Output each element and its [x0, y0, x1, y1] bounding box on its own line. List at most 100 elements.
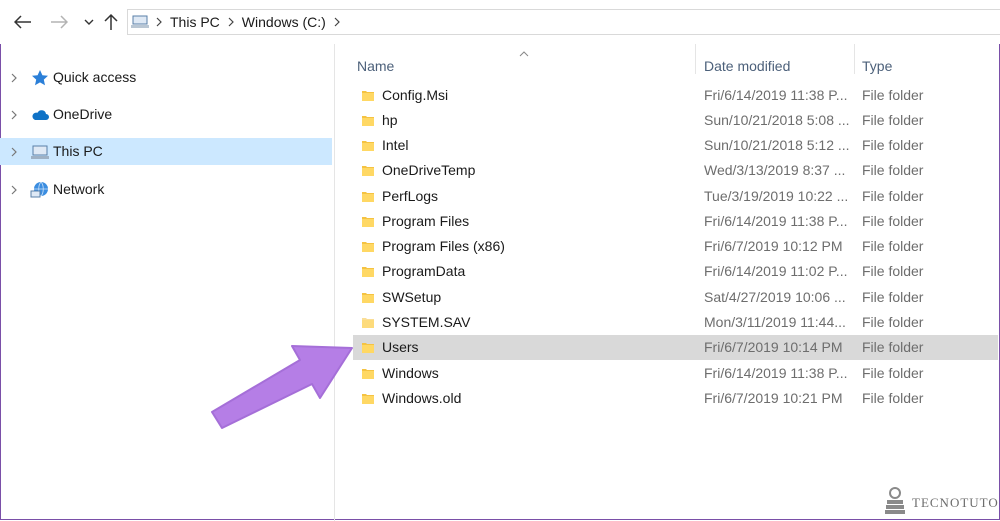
- folder-icon: [361, 163, 375, 177]
- sidebar-item-this-pc[interactable]: This PC: [0, 138, 332, 165]
- file-name: Program Files: [382, 213, 470, 229]
- file-name: Program Files (x86): [382, 238, 505, 254]
- back-arrow-icon[interactable]: [13, 12, 33, 32]
- column-divider[interactable]: [854, 44, 855, 74]
- breadcrumb-this-pc[interactable]: This PC: [166, 14, 224, 30]
- file-type: File folder: [862, 213, 924, 229]
- forward-arrow-icon[interactable]: [49, 12, 69, 32]
- column-header-name[interactable]: Name: [357, 50, 695, 82]
- breadcrumb: This PC Windows (C:): [128, 10, 344, 34]
- file-type: File folder: [862, 87, 924, 103]
- column-divider[interactable]: [695, 44, 696, 74]
- folder-icon: [361, 391, 375, 405]
- sidebar-item-onedrive[interactable]: OneDrive: [0, 101, 332, 128]
- folder-icon: [361, 366, 375, 380]
- folder-icon: [361, 340, 375, 354]
- file-row-users[interactable]: Users Fri/6/7/2019 10:14 PM File folder: [353, 335, 998, 360]
- file-row-programdata[interactable]: ProgramData Fri/6/14/2019 11:02 P... Fil…: [353, 259, 998, 284]
- breadcrumb-separator-icon[interactable]: [224, 10, 238, 34]
- breadcrumb-separator-icon[interactable]: [152, 10, 166, 34]
- sidebar-item-label: Network: [53, 181, 105, 197]
- folder-icon: [361, 88, 375, 102]
- file-row-hp[interactable]: hp Sun/10/21/2018 5:08 ... File folder: [353, 108, 998, 133]
- file-date-modified: Wed/3/13/2019 8:37 ...: [704, 162, 846, 178]
- file-type: File folder: [862, 137, 924, 153]
- expand-chevron-icon[interactable]: [8, 145, 20, 157]
- this-pc-icon: [128, 10, 152, 34]
- file-type: File folder: [862, 339, 924, 355]
- file-name: Windows.old: [382, 390, 462, 406]
- file-type: File folder: [862, 263, 924, 279]
- folder-icon: [361, 113, 375, 127]
- file-type: File folder: [862, 365, 924, 381]
- file-row-program-files[interactable]: Program Files Fri/6/14/2019 11:38 P... F…: [353, 209, 998, 234]
- file-name: ProgramData: [382, 263, 466, 279]
- computer-icon: [30, 142, 50, 162]
- file-date-modified: Fri/6/7/2019 10:12 PM: [704, 238, 843, 254]
- sidebar-item-label: OneDrive: [53, 106, 113, 122]
- breadcrumb-separator-icon[interactable]: [330, 10, 344, 34]
- file-date-modified: Fri/6/7/2019 10:21 PM: [704, 390, 843, 406]
- file-name: SYSTEM.SAV: [382, 314, 471, 330]
- file-type: File folder: [862, 390, 924, 406]
- file-name: Config.Msi: [382, 87, 449, 103]
- file-row-system-sav[interactable]: SYSTEM.SAV Mon/3/11/2019 11:44... File f…: [353, 310, 998, 335]
- folder-icon: [361, 290, 375, 304]
- file-date-modified: Sat/4/27/2019 10:06 ...: [704, 289, 846, 305]
- expand-chevron-icon[interactable]: [8, 108, 20, 120]
- recent-locations-chevron-icon[interactable]: [79, 12, 99, 32]
- cloud-icon: [30, 105, 50, 125]
- file-name: OneDriveTemp: [382, 162, 476, 178]
- folder-icon: [361, 264, 375, 278]
- file-name: PerfLogs: [382, 188, 439, 204]
- file-list-pane: Name Date modified Type Config.Msi Fri/6…: [335, 44, 1000, 521]
- file-date-modified: Tue/3/19/2019 10:22 ...: [704, 188, 849, 204]
- expand-chevron-icon[interactable]: [8, 183, 20, 195]
- watermark: TECNOTUTO: [884, 486, 999, 519]
- file-name: Users: [382, 339, 419, 355]
- sidebar-item-label: Quick access: [53, 69, 137, 85]
- file-type: File folder: [862, 289, 924, 305]
- address-box[interactable]: This PC Windows (C:): [127, 9, 1000, 35]
- file-row-intel[interactable]: Intel Sun/10/21/2018 5:12 ... File folde…: [353, 133, 998, 158]
- file-date-modified: Fri/6/14/2019 11:02 P...: [704, 263, 848, 279]
- folder-icon: [361, 315, 375, 329]
- file-date-modified: Fri/6/7/2019 10:14 PM: [704, 339, 843, 355]
- file-name: hp: [382, 112, 398, 128]
- file-type: File folder: [862, 112, 924, 128]
- file-row-windows-old[interactable]: Windows.old Fri/6/7/2019 10:21 PM File f…: [353, 386, 998, 411]
- breadcrumb-windows-c[interactable]: Windows (C:): [238, 14, 330, 30]
- folder-icon: [361, 239, 375, 253]
- file-date-modified: Fri/6/14/2019 11:38 P...: [704, 87, 848, 103]
- expand-chevron-icon[interactable]: [8, 71, 20, 83]
- star-icon: [30, 68, 50, 88]
- file-date-modified: Sun/10/21/2018 5:08 ...: [704, 112, 850, 128]
- file-date-modified: Mon/3/11/2019 11:44...: [704, 314, 846, 330]
- file-type: File folder: [862, 238, 924, 254]
- sidebar-item-quick-access[interactable]: Quick access: [0, 64, 332, 91]
- file-row-perflogs[interactable]: PerfLogs Tue/3/19/2019 10:22 ... File fo…: [353, 184, 998, 209]
- address-bar-row: This PC Windows (C:): [0, 0, 1000, 44]
- folder-icon: [361, 138, 375, 152]
- file-name: Windows: [382, 365, 439, 381]
- file-row-config-msi[interactable]: Config.Msi Fri/6/14/2019 11:38 P... File…: [353, 83, 998, 108]
- sidebar-item-network[interactable]: Network: [0, 176, 332, 203]
- file-type: File folder: [862, 188, 924, 204]
- column-header-date-modified[interactable]: Date modified: [704, 50, 854, 82]
- file-type: File folder: [862, 314, 924, 330]
- column-header-type[interactable]: Type: [862, 50, 962, 82]
- file-row-windows[interactable]: Windows Fri/6/14/2019 11:38 P... File fo…: [353, 361, 998, 386]
- file-type: File folder: [862, 162, 924, 178]
- file-date-modified: Fri/6/14/2019 11:38 P...: [704, 365, 848, 381]
- network-icon: [30, 180, 50, 200]
- file-row-onedrivetemp[interactable]: OneDriveTemp Wed/3/13/2019 8:37 ... File…: [353, 158, 998, 183]
- up-arrow-icon[interactable]: [101, 12, 121, 32]
- folder-icon: [361, 189, 375, 203]
- watermark-logo-icon: [884, 486, 906, 519]
- folder-icon: [361, 214, 375, 228]
- sidebar-item-label: This PC: [53, 143, 103, 159]
- file-name: Intel: [382, 137, 409, 153]
- navigation-pane: Quick access OneDrive This PC Network: [0, 44, 335, 521]
- file-row-program-files-x86[interactable]: Program Files (x86) Fri/6/7/2019 10:12 P…: [353, 234, 998, 259]
- file-row-swsetup[interactable]: SWSetup Sat/4/27/2019 10:06 ... File fol…: [353, 285, 998, 310]
